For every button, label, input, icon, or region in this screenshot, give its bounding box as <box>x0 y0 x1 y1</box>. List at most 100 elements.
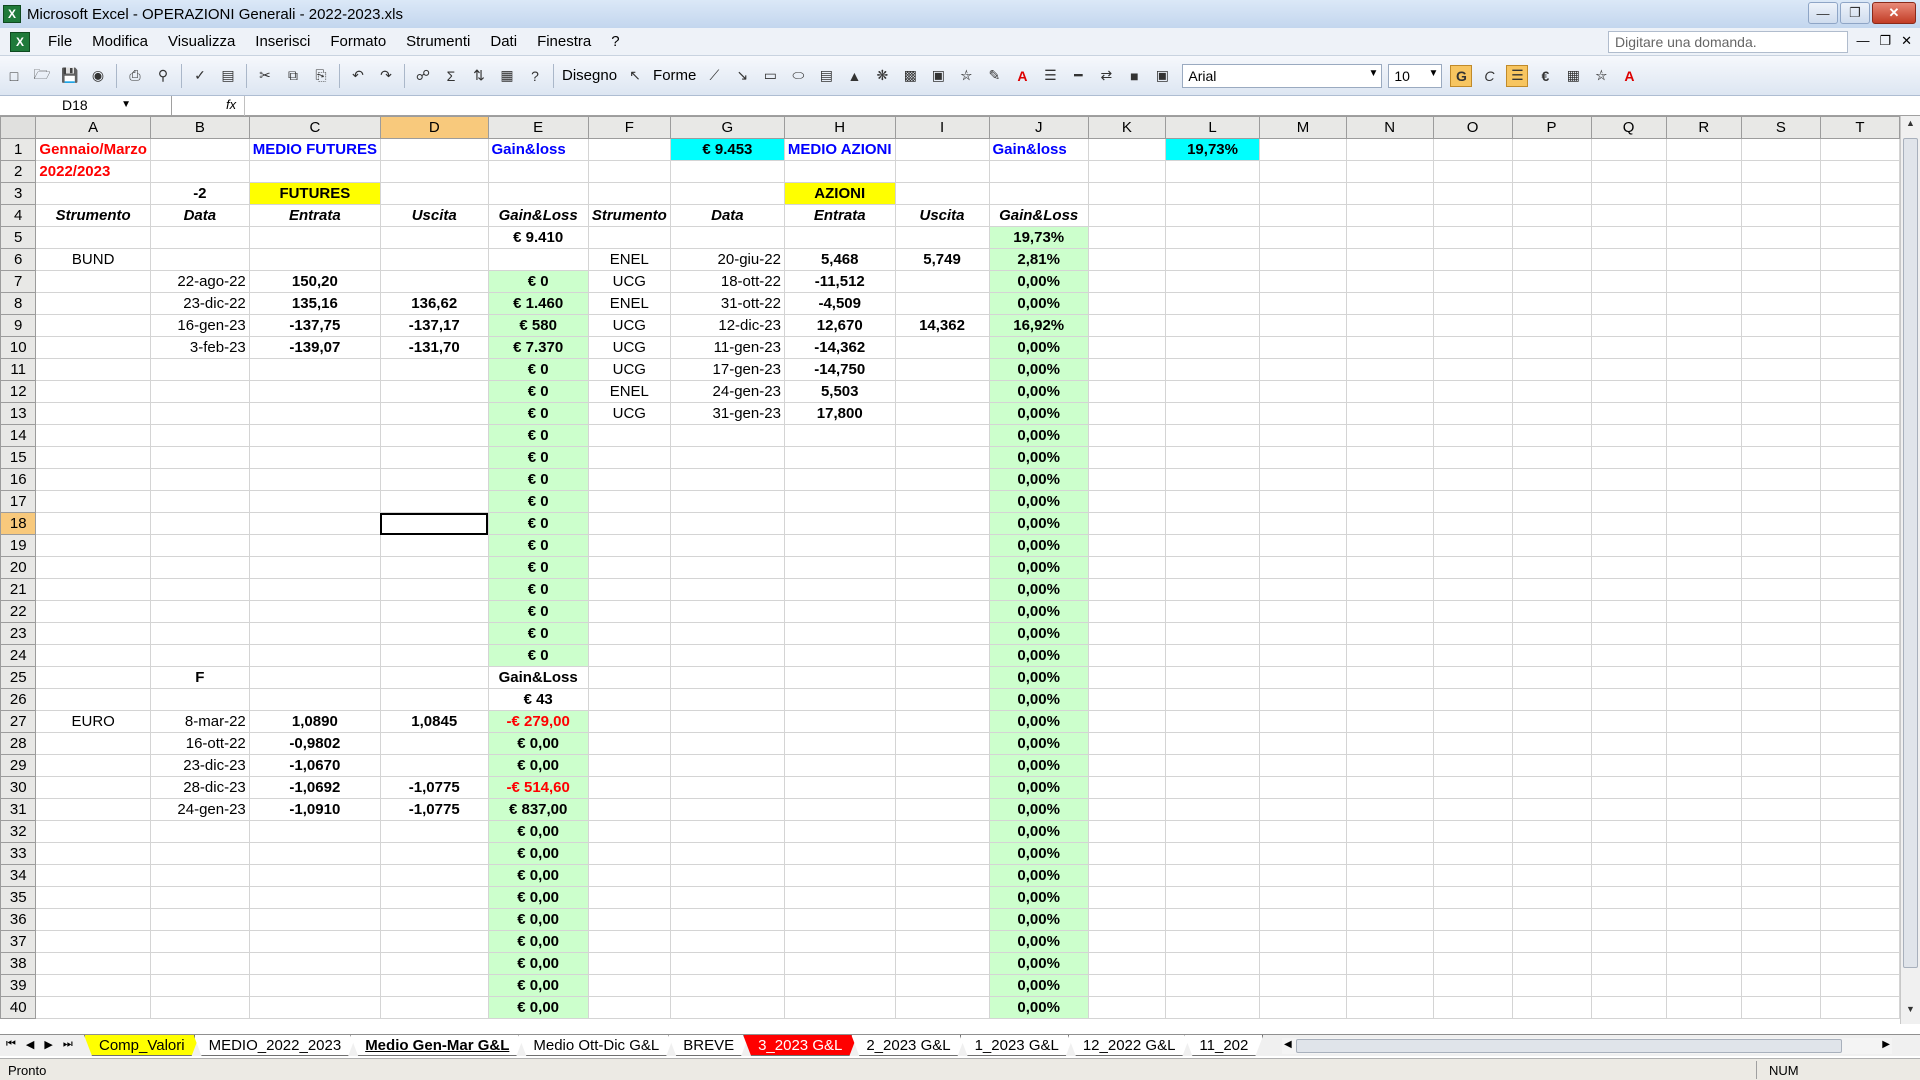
cell-a8[interactable] <box>35 292 151 315</box>
cell-p9[interactable] <box>1511 314 1592 337</box>
cell-a16[interactable] <box>35 468 151 491</box>
cell-h21[interactable] <box>783 578 896 601</box>
cell-c21[interactable] <box>248 578 381 601</box>
cell-r23[interactable] <box>1665 622 1742 645</box>
cell-e14[interactable]: € 0 <box>487 424 589 447</box>
cell-k1[interactable] <box>1087 138 1166 161</box>
cell-l2[interactable] <box>1164 160 1261 183</box>
cell-o30[interactable] <box>1432 776 1513 799</box>
cell-o34[interactable] <box>1432 864 1513 887</box>
cell-m38[interactable] <box>1259 952 1347 975</box>
cell-e4[interactable]: Gain&Loss <box>487 204 589 227</box>
cell-p23[interactable] <box>1511 622 1592 645</box>
cell-s4[interactable] <box>1740 204 1821 227</box>
cell-k37[interactable] <box>1087 930 1166 953</box>
cell-p37[interactable] <box>1511 930 1592 953</box>
horizontal-scrollbar[interactable]: ◀ ▶ <box>1282 1038 1892 1054</box>
cell-i2[interactable] <box>894 160 990 183</box>
cell-e26[interactable]: € 43 <box>487 688 589 711</box>
cell-i24[interactable] <box>894 644 990 667</box>
cell-n21[interactable] <box>1345 578 1434 601</box>
cell-s18[interactable] <box>1740 512 1821 535</box>
cell-f22[interactable] <box>587 600 671 623</box>
cell-d8[interactable]: 136,62 <box>379 292 489 315</box>
cell-f3[interactable] <box>587 182 671 205</box>
row-header[interactable]: 3 <box>0 182 37 205</box>
cell-c22[interactable] <box>248 600 381 623</box>
cell-m25[interactable] <box>1259 666 1347 689</box>
cell-q28[interactable] <box>1590 732 1667 755</box>
cell-p24[interactable] <box>1511 644 1592 667</box>
save-icon[interactable]: 💾 <box>59 65 81 87</box>
cell-j39[interactable]: 0,00% <box>988 974 1089 997</box>
cell-p13[interactable] <box>1511 402 1592 425</box>
cell-o8[interactable] <box>1432 292 1513 315</box>
cell-h11[interactable]: -14,750 <box>783 358 896 381</box>
cell-t6[interactable] <box>1819 248 1900 271</box>
cell-k21[interactable] <box>1087 578 1166 601</box>
cell-m15[interactable] <box>1259 446 1347 469</box>
cell-o6[interactable] <box>1432 248 1513 271</box>
cell-b21[interactable] <box>149 578 250 601</box>
cell-m18[interactable] <box>1259 512 1347 535</box>
column-header-i[interactable]: I <box>894 116 990 139</box>
print-preview-icon[interactable]: ⚲ <box>152 65 174 87</box>
cell-t3[interactable] <box>1819 182 1900 205</box>
cell-i40[interactable] <box>894 996 990 1019</box>
cell-h30[interactable] <box>783 776 896 799</box>
cell-r21[interactable] <box>1665 578 1742 601</box>
cell-m14[interactable] <box>1259 424 1347 447</box>
cell-i17[interactable] <box>894 490 990 513</box>
cell-r4[interactable] <box>1665 204 1742 227</box>
row-header[interactable]: 28 <box>0 732 37 755</box>
cell-o13[interactable] <box>1432 402 1513 425</box>
cell-m5[interactable] <box>1259 226 1347 249</box>
cell-l32[interactable] <box>1164 820 1261 843</box>
cell-d11[interactable] <box>379 358 489 381</box>
cell-e5[interactable]: € 9.410 <box>487 226 589 249</box>
cell-q21[interactable] <box>1590 578 1667 601</box>
cell-g7[interactable]: 18-ott-22 <box>669 270 785 293</box>
cell-c5[interactable] <box>248 226 381 249</box>
cell-f31[interactable] <box>587 798 671 821</box>
cell-d27[interactable]: 1,0845 <box>379 710 489 733</box>
cell-a17[interactable] <box>35 490 151 513</box>
cell-f34[interactable] <box>587 864 671 887</box>
cell-i28[interactable] <box>894 732 990 755</box>
cell-l15[interactable] <box>1164 446 1261 469</box>
cell-b11[interactable] <box>149 358 250 381</box>
cell-l18[interactable] <box>1164 512 1261 535</box>
cell-c27[interactable]: 1,0890 <box>248 710 381 733</box>
cell-m27[interactable] <box>1259 710 1347 733</box>
cell-s19[interactable] <box>1740 534 1821 557</box>
cell-l9[interactable] <box>1164 314 1261 337</box>
cell-p22[interactable] <box>1511 600 1592 623</box>
cell-j16[interactable]: 0,00% <box>988 468 1089 491</box>
select-objects-icon[interactable]: ↖ <box>624 65 646 87</box>
cell-b14[interactable] <box>149 424 250 447</box>
cell-g13[interactable]: 31-gen-23 <box>669 402 785 425</box>
cell-f10[interactable]: UCG <box>587 336 671 359</box>
cell-f20[interactable] <box>587 556 671 579</box>
cell-s30[interactable] <box>1740 776 1821 799</box>
cell-i25[interactable] <box>894 666 990 689</box>
cell-c26[interactable] <box>248 688 381 711</box>
cell-e2[interactable] <box>487 160 589 183</box>
cell-l26[interactable] <box>1164 688 1261 711</box>
cell-m17[interactable] <box>1259 490 1347 513</box>
cell-q31[interactable] <box>1590 798 1667 821</box>
undo-icon[interactable]: ↶ <box>347 65 369 87</box>
cell-i18[interactable] <box>894 512 990 535</box>
cell-o25[interactable] <box>1432 666 1513 689</box>
cell-l30[interactable] <box>1164 776 1261 799</box>
cell-i7[interactable] <box>894 270 990 293</box>
cell-d21[interactable] <box>379 578 489 601</box>
minimize-icon[interactable]: — <box>1808 2 1838 24</box>
cell-a33[interactable] <box>35 842 151 865</box>
cell-s34[interactable] <box>1740 864 1821 887</box>
cell-b23[interactable] <box>149 622 250 645</box>
cell-r29[interactable] <box>1665 754 1742 777</box>
cell-j25[interactable]: 0,00% <box>988 666 1089 689</box>
cell-l14[interactable] <box>1164 424 1261 447</box>
cell-p33[interactable] <box>1511 842 1592 865</box>
